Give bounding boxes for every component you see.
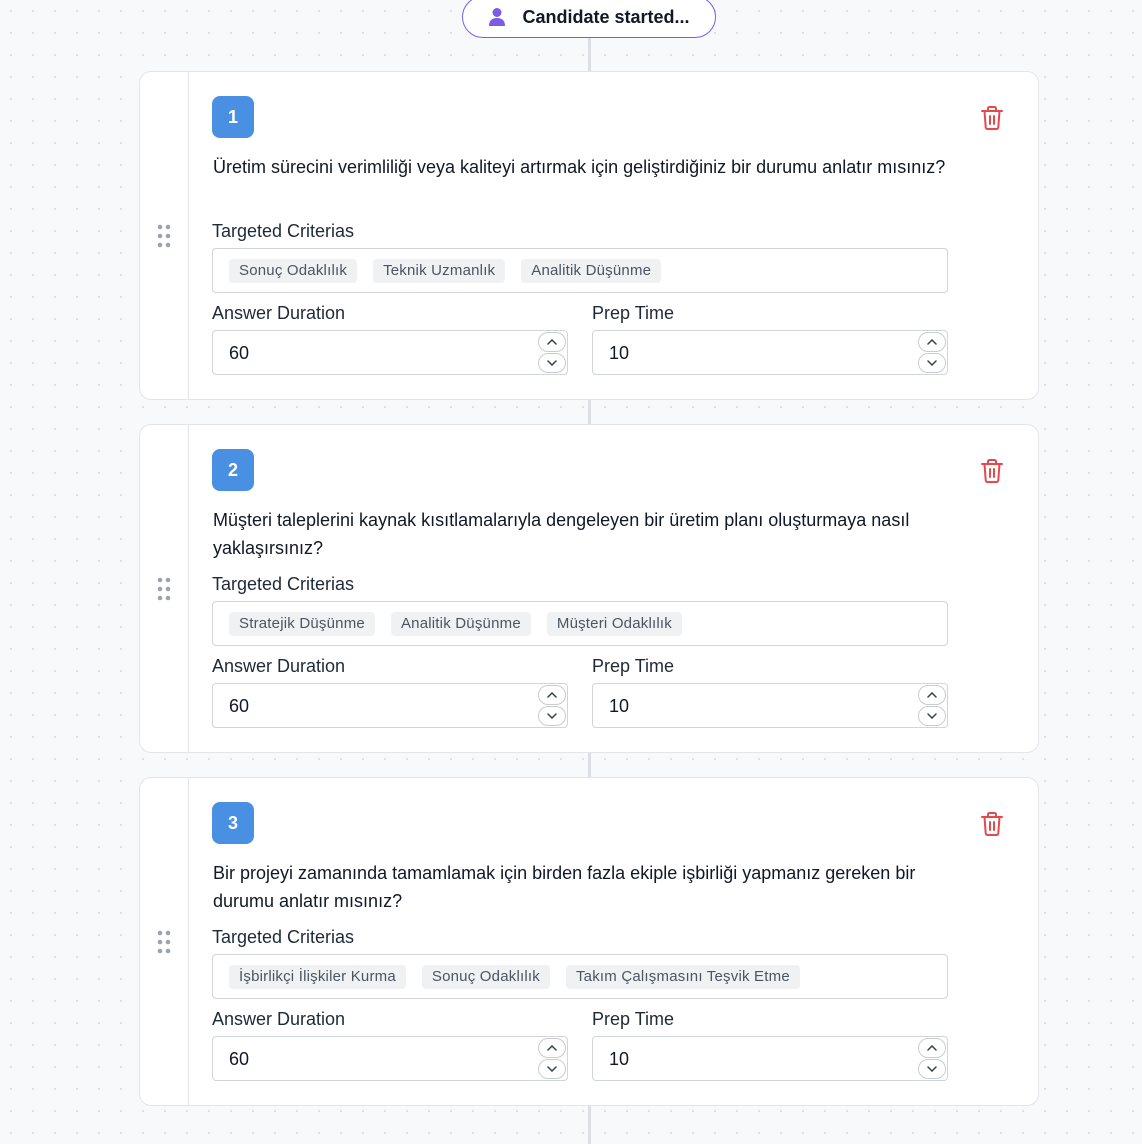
delete-question-button[interactable]	[980, 811, 1006, 837]
criteria-tag[interactable]: İşbirlikçi İlişkiler Kurma	[229, 964, 406, 989]
drag-handle[interactable]	[140, 778, 189, 1105]
question-card: 3 Bir projeyi zamanında tamamlamak için …	[139, 777, 1039, 1106]
drag-handle-icon	[157, 577, 171, 600]
chevron-down-icon	[927, 360, 937, 366]
drag-handle-icon	[157, 930, 171, 953]
criterias-field[interactable]: Stratejik Düşünme Analitik Düşünme Müşte…	[212, 601, 948, 646]
delete-question-button[interactable]	[980, 458, 1006, 484]
prep-time-value: 10	[609, 696, 630, 716]
question-text: Bir projeyi zamanında tamamlamak için bi…	[213, 863, 916, 911]
chevron-down-icon	[927, 1066, 937, 1072]
flow-connector	[588, 38, 591, 72]
answer-duration-input[interactable]: 60	[212, 330, 568, 375]
trash-icon	[981, 459, 1003, 483]
criterias-field[interactable]: Sonuç Odaklılık Teknik Uzmanlık Analitik…	[212, 248, 948, 293]
answer-duration-label: Answer Duration	[212, 303, 346, 323]
answer-duration-value: 60	[229, 1049, 250, 1069]
decrement-button[interactable]	[538, 706, 566, 726]
user-icon	[488, 7, 506, 27]
drag-handle-icon	[157, 224, 171, 247]
trash-icon	[981, 812, 1003, 836]
prep-time-input[interactable]: 10	[592, 683, 948, 728]
drag-handle[interactable]	[140, 72, 189, 399]
question-text: Müşteri taleplerini kaynak kısıtlamaları…	[213, 510, 910, 558]
increment-button[interactable]	[538, 332, 566, 352]
criteria-tag[interactable]: Müşteri Odaklılık	[546, 611, 682, 636]
answer-duration-value: 60	[229, 343, 250, 363]
criteria-tag[interactable]: Analitik Düşünme	[521, 258, 662, 283]
decrement-button[interactable]	[918, 706, 946, 726]
prep-time-input[interactable]: 10	[592, 1036, 948, 1081]
increment-button[interactable]	[918, 1038, 946, 1058]
answer-duration-value: 60	[229, 696, 250, 716]
prep-time-label: Prep Time	[592, 1009, 675, 1029]
chevron-up-icon	[547, 339, 557, 345]
drag-handle[interactable]	[140, 425, 189, 752]
chevron-down-icon	[927, 713, 937, 719]
criteria-tag[interactable]: Analitik Düşünme	[390, 611, 531, 636]
answer-duration-label: Answer Duration	[212, 1009, 346, 1029]
trash-icon	[981, 106, 1003, 130]
question-number-badge: 1	[212, 96, 254, 138]
question-card: 2 Müşteri taleplerini kaynak kısıtlamala…	[139, 424, 1039, 753]
flow-connector	[588, 752, 591, 778]
answer-duration-label: Answer Duration	[212, 656, 346, 676]
question-text: Üretim sürecini verimliliği veya kalitey…	[213, 157, 946, 177]
candidate-started-node[interactable]: Candidate started...	[462, 0, 716, 38]
criteria-tag[interactable]: Sonuç Odaklılık	[421, 964, 550, 989]
start-node-label: Candidate started...	[522, 6, 690, 27]
criteria-tag[interactable]: Sonuç Odaklılık	[229, 258, 358, 283]
decrement-button[interactable]	[918, 1059, 946, 1079]
prep-time-value: 10	[609, 343, 630, 363]
prep-time-label: Prep Time	[592, 303, 675, 323]
delete-question-button[interactable]	[980, 105, 1006, 131]
flow-connector	[588, 399, 591, 425]
criterias-label: Targeted Criterias	[212, 574, 355, 594]
criterias-label: Targeted Criterias	[212, 221, 355, 241]
criteria-tag[interactable]: Teknik Uzmanlık	[373, 258, 506, 283]
increment-button[interactable]	[538, 685, 566, 705]
flow-connector	[588, 1105, 591, 1144]
chevron-up-icon	[927, 339, 937, 345]
increment-button[interactable]	[538, 1038, 566, 1058]
decrement-button[interactable]	[538, 353, 566, 373]
criterias-label: Targeted Criterias	[212, 927, 355, 947]
prep-time-value: 10	[609, 1049, 630, 1069]
prep-time-label: Prep Time	[592, 656, 675, 676]
increment-button[interactable]	[918, 332, 946, 352]
chevron-up-icon	[547, 692, 557, 698]
criteria-tag[interactable]: Takım Çalışmasını Teşvik Etme	[565, 964, 800, 989]
prep-time-input[interactable]: 10	[592, 330, 948, 375]
chevron-up-icon	[927, 1045, 937, 1051]
decrement-button[interactable]	[918, 353, 946, 373]
decrement-button[interactable]	[538, 1059, 566, 1079]
chevron-up-icon	[547, 1045, 557, 1051]
chevron-up-icon	[927, 692, 937, 698]
criteria-tag[interactable]: Stratejik Düşünme	[229, 611, 375, 636]
chevron-down-icon	[547, 713, 557, 719]
criterias-field[interactable]: İşbirlikçi İlişkiler Kurma Sonuç Odaklıl…	[212, 954, 948, 999]
answer-duration-input[interactable]: 60	[212, 683, 568, 728]
question-number-badge: 2	[212, 449, 254, 491]
chevron-down-icon	[547, 1066, 557, 1072]
question-card: 1 Üretim sürecini verimliliği veya kalit…	[139, 71, 1039, 400]
increment-button[interactable]	[918, 685, 946, 705]
question-number-badge: 3	[212, 802, 254, 844]
answer-duration-input[interactable]: 60	[212, 1036, 568, 1081]
chevron-down-icon	[547, 360, 557, 366]
